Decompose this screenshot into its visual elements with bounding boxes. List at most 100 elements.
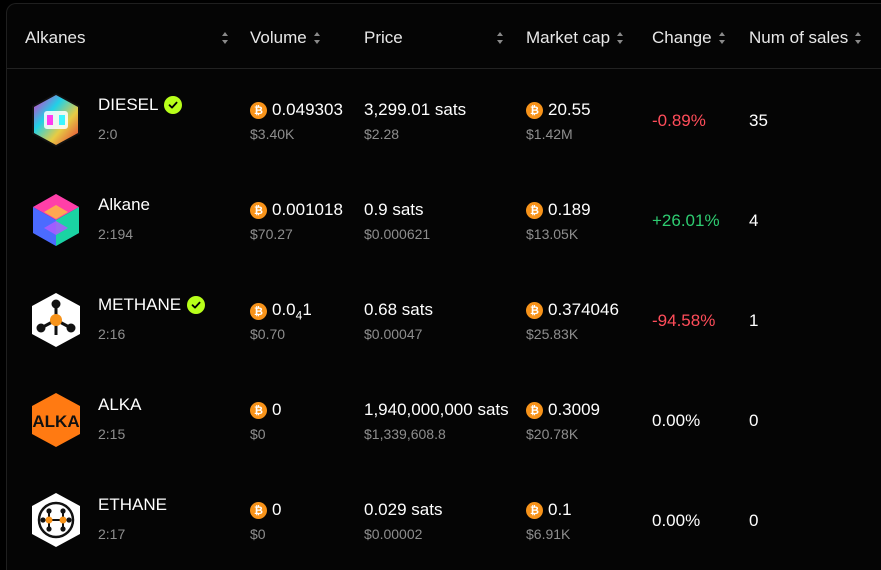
bitcoin-icon: ₿: [250, 201, 267, 219]
num-sales-value: 0: [749, 511, 759, 530]
table-row[interactable]: DIESEL 2:0 ₿ 0.049303 $3.40K 3,299.01 sa…: [7, 69, 881, 169]
table-row[interactable]: Alkane 2:194 ₿ 0.001018 $70.27 0.9 sats …: [7, 169, 881, 269]
token-id: 2:194: [98, 226, 134, 242]
bitcoin-icon: ₿: [526, 201, 543, 219]
volume-usd: $0: [250, 426, 266, 442]
change-value: -94.58%: [652, 311, 716, 330]
table-row[interactable]: METHANE 2:16 ₿ 0.041 $0.70 0.68 sats $0.…: [7, 269, 881, 369]
token-name-text: METHANE: [98, 295, 182, 314]
volume-btc-value: 0.001018: [272, 200, 343, 219]
market-cap-btc: ₿ 20.55: [526, 100, 591, 120]
price-sats: 3,299.01 sats: [364, 100, 467, 119]
sort-volume-icon[interactable]: [313, 31, 321, 45]
volume-btc-value: 0: [272, 500, 282, 519]
price-sats: 1,940,000,000 sats: [364, 400, 509, 419]
table-row[interactable]: ETHANE 2:17 ₿ 0 $0 0.029 sats $0.00002 ₿…: [7, 469, 881, 569]
verified-check-icon: [164, 96, 183, 114]
bitcoin-icon: ₿: [250, 101, 267, 119]
column-num-sales-label: Num of sales: [749, 28, 849, 47]
market-cap-btc: ₿ 0.374046: [526, 300, 619, 320]
token-name[interactable]: ETHANE: [98, 495, 167, 515]
alkanes-table: Alkanes Volume Price Market cap Change N…: [6, 3, 881, 570]
change-value: +26.01%: [652, 211, 720, 230]
num-sales-value: 4: [749, 211, 759, 230]
bitcoin-icon: ₿: [250, 302, 267, 320]
alka-logo-text: ALKA: [32, 412, 79, 431]
alka-logo: ALKA: [27, 391, 85, 449]
price-usd: $0.00002: [364, 526, 423, 542]
market-cap-usd: $13.05K: [526, 226, 579, 242]
price-usd: $0.000621: [364, 226, 431, 242]
change-value: 0.00%: [652, 411, 701, 430]
price-usd: $1,339,608.8: [364, 426, 446, 442]
column-num-sales[interactable]: Num of sales: [749, 26, 862, 50]
volume-usd: $0.70: [250, 326, 286, 342]
volume-btc-tail: 1: [302, 300, 312, 319]
bitcoin-icon: ₿: [526, 501, 543, 519]
sort-price-icon[interactable]: [496, 31, 504, 45]
table-header: Alkanes Volume Price Market cap Change N…: [7, 4, 881, 69]
token-name-text: ALKA: [98, 395, 142, 414]
price-usd: $0.00047: [364, 326, 423, 342]
change-value: -0.89%: [652, 111, 706, 130]
volume-usd: $3.40K: [250, 126, 295, 142]
market-cap-btc: ₿ 0.189: [526, 200, 591, 220]
column-change[interactable]: Change: [652, 26, 726, 50]
price-sats: 0.9 sats: [364, 200, 424, 219]
diesel-logo: [27, 91, 85, 149]
column-alkanes-label: Alkanes: [25, 28, 86, 47]
bitcoin-icon: ₿: [526, 101, 543, 119]
volume-btc-value: 0.049303: [272, 100, 343, 119]
token-name[interactable]: Alkane: [98, 195, 150, 215]
sort-num-sales-icon[interactable]: [854, 31, 862, 45]
column-change-label: Change: [652, 28, 712, 47]
token-name[interactable]: DIESEL: [98, 95, 183, 115]
column-price-label: Price: [364, 28, 403, 47]
column-market-cap-label: Market cap: [526, 28, 611, 47]
token-name[interactable]: ALKA: [98, 395, 141, 415]
volume-btc: ₿ 0.001018: [250, 200, 343, 220]
change-value: 0.00%: [652, 511, 701, 530]
token-id: 2:15: [98, 426, 126, 442]
column-market-cap[interactable]: Market cap: [526, 26, 624, 50]
market-cap-btc-value: 0.1: [548, 500, 572, 519]
volume-btc: ₿ 0.049303: [250, 100, 343, 120]
token-name-text: DIESEL: [98, 95, 159, 114]
market-cap-usd: $1.42M: [526, 126, 573, 142]
volume-usd: $0: [250, 526, 266, 542]
price-sats: 0.68 sats: [364, 300, 433, 319]
token-id: 2:17: [98, 526, 126, 542]
market-cap-btc-value: 0.3009: [548, 400, 600, 419]
bitcoin-icon: ₿: [250, 501, 267, 519]
volume-btc: ₿ 0: [250, 400, 281, 420]
price-usd: $2.28: [364, 126, 400, 142]
sort-alkanes-icon[interactable]: [221, 31, 229, 45]
market-cap-btc-value: 20.55: [548, 100, 591, 119]
market-cap-btc-value: 0.189: [548, 200, 591, 219]
market-cap-btc-value: 0.374046: [548, 300, 619, 319]
volume-btc-value: 0: [272, 400, 282, 419]
volume-usd: $70.27: [250, 226, 293, 242]
num-sales-value: 1: [749, 311, 759, 330]
methane-logo: [27, 291, 85, 349]
sort-change-icon[interactable]: [718, 31, 726, 45]
num-sales-value: 0: [749, 411, 759, 430]
column-price[interactable]: Price: [364, 26, 403, 50]
price-sats: 0.029 sats: [364, 500, 443, 519]
table-row[interactable]: ALKA ALKA 2:15 ₿ 0 $0 1,940,000,000 sats…: [7, 369, 881, 469]
market-cap-btc: ₿ 0.3009: [526, 400, 600, 420]
verified-check-icon: [187, 296, 206, 314]
market-cap-btc: ₿ 0.1: [526, 500, 572, 520]
sort-market-cap-icon[interactable]: [616, 31, 624, 45]
token-name-text: ETHANE: [98, 495, 167, 514]
market-cap-usd: $20.78K: [526, 426, 579, 442]
token-name[interactable]: METHANE: [98, 295, 206, 315]
bitcoin-icon: ₿: [250, 401, 267, 419]
bitcoin-icon: ₿: [526, 301, 543, 319]
token-name-text: Alkane: [98, 195, 150, 214]
column-alkanes[interactable]: Alkanes: [25, 26, 85, 50]
volume-btc: ₿ 0.041: [250, 300, 312, 322]
market-cap-usd: $25.83K: [526, 326, 579, 342]
column-volume[interactable]: Volume: [250, 26, 321, 50]
token-id: 2:0: [98, 126, 118, 142]
